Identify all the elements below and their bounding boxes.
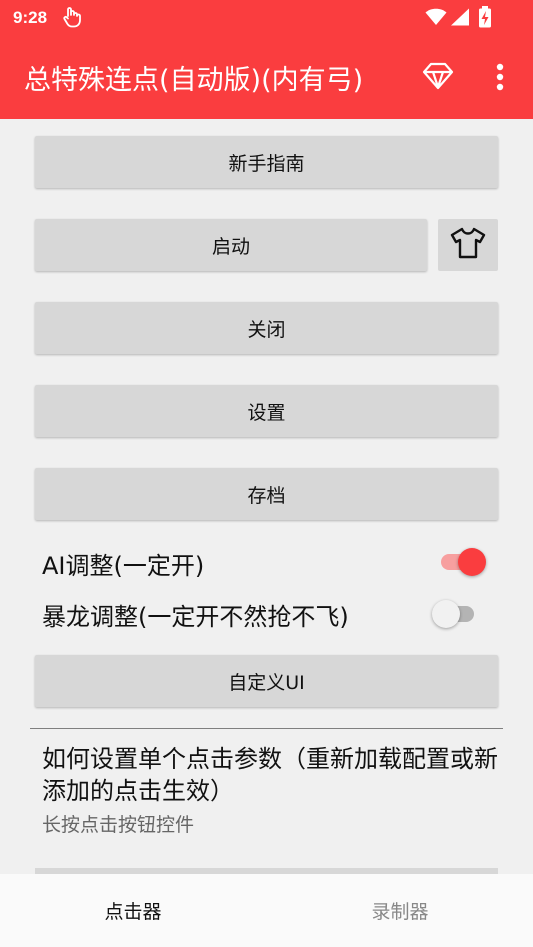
- settings-button[interactable]: 设置: [35, 385, 498, 437]
- switch-thumb: [458, 548, 486, 576]
- tshirt-icon: [450, 227, 486, 263]
- close-button[interactable]: 关闭: [35, 302, 498, 354]
- guide-button[interactable]: 新手指南: [35, 136, 498, 188]
- save-button[interactable]: 存档: [35, 468, 498, 520]
- info-title: 如何设置单个点击参数（重新加载配置或新添加的点击生效）: [42, 745, 498, 805]
- more-vert-icon[interactable]: [488, 61, 512, 93]
- trex-adjust-switch[interactable]: [432, 598, 478, 628]
- signal-icon: [450, 8, 470, 30]
- app-bar: 9:28 总特殊连点(自动版)(内有弓): [0, 0, 533, 119]
- diamond-icon[interactable]: [421, 61, 455, 91]
- bottom-nav: 点击器 录制器: [0, 874, 533, 947]
- wifi-icon: [425, 8, 447, 30]
- nav-recorder-tab[interactable]: 录制器: [267, 874, 533, 947]
- status-time: 9:28: [13, 8, 48, 27]
- trex-adjust-label: 暴龙调整(一定开不然抢不飞): [42, 603, 349, 631]
- app-title: 总特殊连点(自动版)(内有弓): [24, 65, 364, 96]
- ai-adjust-switch[interactable]: [441, 546, 486, 576]
- nav-clicker-tab[interactable]: 点击器: [0, 874, 266, 947]
- divider: [30, 728, 503, 729]
- custom-ui-button[interactable]: 自定义UI: [35, 655, 498, 707]
- info-subtitle: 长按点击按钮控件: [42, 814, 195, 836]
- start-button[interactable]: 启动: [35, 219, 427, 271]
- switch-thumb: [432, 600, 460, 628]
- status-bar: 9:28: [0, 0, 533, 36]
- ai-adjust-label: AI调整(一定开): [42, 552, 205, 580]
- skin-button[interactable]: [438, 219, 498, 271]
- battery-charging-icon: [478, 6, 492, 32]
- touch-hand-icon: [62, 6, 82, 32]
